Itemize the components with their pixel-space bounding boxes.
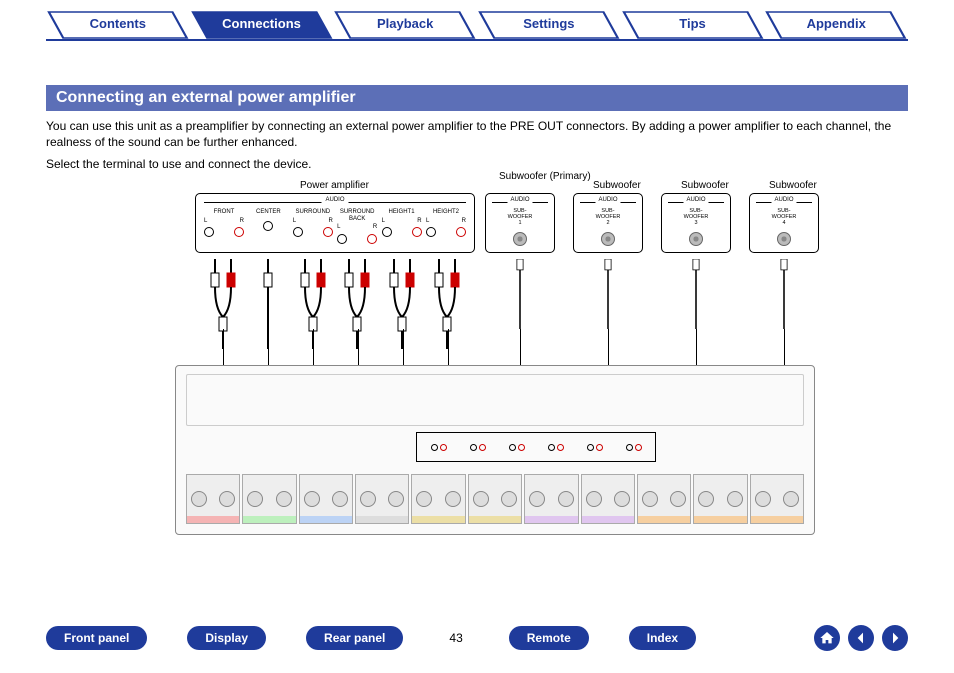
- top-tabs: Contents Connections Playback Settings T…: [46, 10, 908, 40]
- tab-underline: [46, 39, 908, 41]
- audio-label: AUDIO: [321, 197, 348, 203]
- sub-cable: [777, 259, 791, 329]
- amp-channel: CENTER: [248, 209, 288, 248]
- power-amp-label: Power amplifier: [300, 180, 369, 191]
- tab-contents[interactable]: Contents: [46, 10, 190, 40]
- tab-settings[interactable]: Settings: [477, 10, 621, 40]
- speaker-terminals: [186, 474, 804, 524]
- subwoofer-box: AUDIO SUB-WOOFER1: [485, 193, 555, 253]
- subwoofer-label: Subwoofer: [681, 180, 729, 191]
- subwoofer-box: AUDIO SUB-WOOFER3: [661, 193, 731, 253]
- amp-channel: SURROUND BACK LR: [337, 209, 377, 248]
- rear-panel-button[interactable]: Rear panel: [306, 626, 403, 650]
- subwoofer-label: Subwoofer: [769, 180, 817, 191]
- preout-block: [416, 432, 656, 462]
- tab-tips[interactable]: Tips: [621, 10, 765, 40]
- subwoofer-label: Subwoofer: [593, 180, 641, 191]
- sub-cable: [513, 259, 527, 329]
- tab-label: Settings: [523, 16, 574, 31]
- tab-appendix[interactable]: Appendix: [764, 10, 908, 40]
- connection-diagram: Power amplifier Subwoofer (Primary) Subw…: [175, 165, 815, 555]
- power-amp-box: AUDIO FRONT LR CENTER SURROUND LR SURROU…: [195, 193, 475, 253]
- display-button[interactable]: Display: [187, 626, 266, 650]
- tab-playback[interactable]: Playback: [333, 10, 477, 40]
- tab-label: Contents: [90, 16, 146, 31]
- page-number: 43: [449, 631, 462, 645]
- front-panel-button[interactable]: Front panel: [46, 626, 147, 650]
- tab-label: Connections: [222, 16, 301, 31]
- body-paragraph: You can use this unit as a preamplifier …: [46, 118, 908, 150]
- amp-channel: HEIGHT2 LR: [426, 209, 466, 248]
- amp-channel: HEIGHT1 LR: [382, 209, 422, 248]
- next-page-icon[interactable]: [882, 625, 908, 651]
- subwoofer-label: Subwoofer (Primary): [499, 171, 591, 182]
- tab-label: Playback: [377, 16, 433, 31]
- index-button[interactable]: Index: [629, 626, 696, 650]
- subwoofer-box: AUDIO SUB-WOOFER2: [573, 193, 643, 253]
- section-heading: Connecting an external power amplifier: [46, 85, 908, 111]
- remote-button[interactable]: Remote: [509, 626, 589, 650]
- tab-label: Appendix: [807, 16, 866, 31]
- tab-label: Tips: [679, 16, 706, 31]
- amp-channel: SURROUND LR: [293, 209, 333, 248]
- bottom-nav: Front panel Display Rear panel 43 Remote…: [46, 623, 908, 653]
- sub-cable: [601, 259, 615, 329]
- amp-y-cables: [203, 259, 467, 329]
- tab-connections[interactable]: Connections: [190, 10, 334, 40]
- amp-channel: FRONT LR: [204, 209, 244, 248]
- home-icon[interactable]: [814, 625, 840, 651]
- receiver-rear-panel: [175, 365, 815, 535]
- subwoofer-box: AUDIO SUB-WOOFER4: [749, 193, 819, 253]
- prev-page-icon[interactable]: [848, 625, 874, 651]
- sub-cable: [689, 259, 703, 329]
